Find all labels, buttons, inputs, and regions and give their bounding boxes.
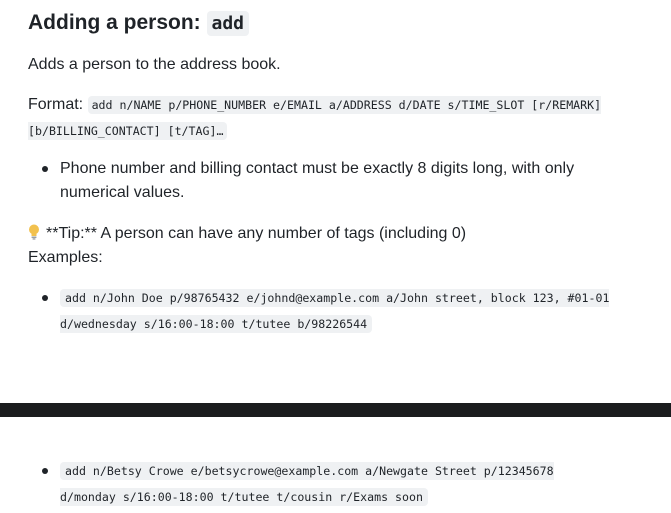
tip-text: **Tip:** A person can have any number of… <box>46 225 467 242</box>
example-code: add n/Betsy Crowe e/betsycrowe@example.c… <box>60 462 554 506</box>
page-divider <box>0 403 671 417</box>
format-code: add n/NAME p/PHONE_NUMBER e/EMAIL a/ADDR… <box>28 96 602 140</box>
note-text: Phone number and billing contact must be… <box>60 160 575 201</box>
list-item: add n/John Doe p/98765432 e/johnd@exampl… <box>42 285 637 337</box>
format-label: Format: <box>28 96 88 113</box>
list-item: Phone number and billing contact must be… <box>42 157 642 205</box>
examples-label: Examples: <box>28 249 103 266</box>
intro-paragraph: Adds a person to the address book. <box>28 56 281 73</box>
heading-code: add <box>206 11 250 36</box>
heading-text: Adding a person: <box>28 11 207 34</box>
section-heading: Adding a person: add <box>28 8 250 39</box>
bullet-dot <box>42 295 48 301</box>
format-paragraph: Format: add n/NAME p/PHONE_NUMBER e/EMAI… <box>28 92 658 144</box>
list-item: add n/Betsy Crowe e/betsycrowe@example.c… <box>42 458 612 510</box>
bullet-dot <box>42 468 48 474</box>
example-code: add n/John Doe p/98765432 e/johnd@exampl… <box>60 289 610 333</box>
lightbulb-icon <box>28 224 40 248</box>
bullet-dot <box>42 166 48 172</box>
tip-line: **Tip:** A person can have any number of… <box>28 222 466 248</box>
